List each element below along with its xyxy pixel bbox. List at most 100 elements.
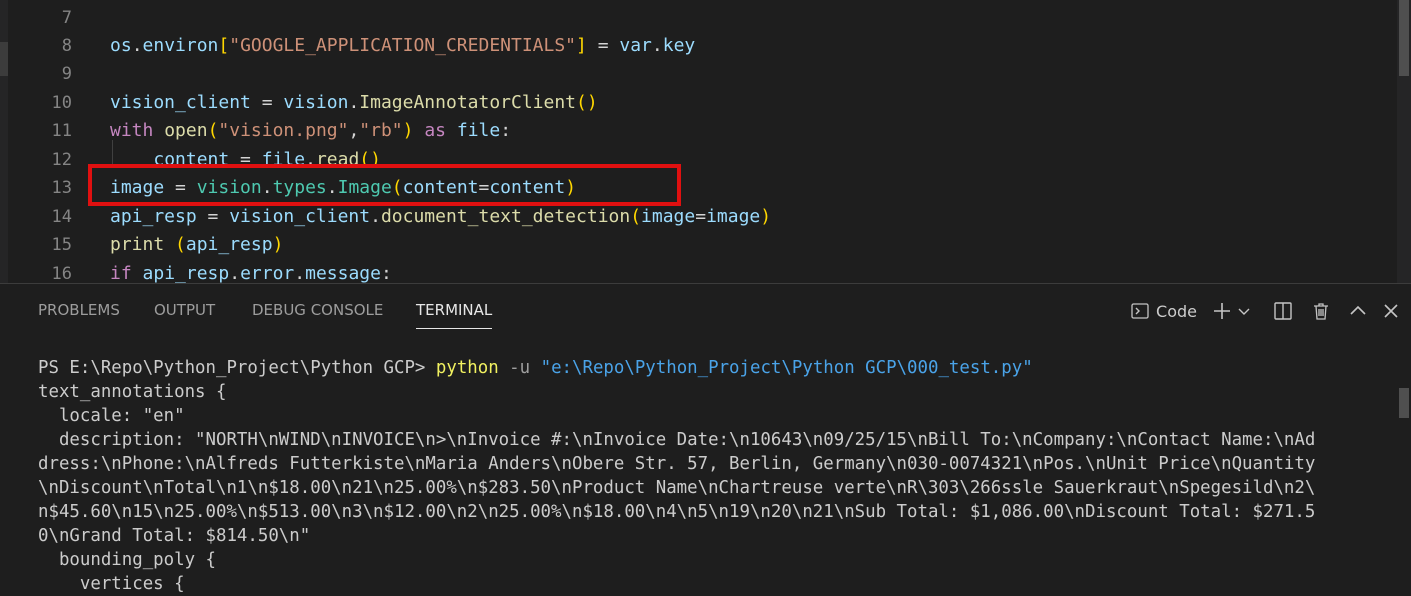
token: ( <box>207 120 219 141</box>
line-number: 11 <box>51 121 72 141</box>
token: api_resp <box>185 234 273 255</box>
token: . <box>294 263 306 283</box>
code-line-10[interactable]: vision_client = vision.ImageAnnotatorCli… <box>110 89 598 117</box>
terminal-command: python <box>435 358 499 378</box>
terminal-path: "e:\Repo\Python_Project\Python GCP\000_t… <box>540 358 1033 378</box>
code-line-8[interactable]: os.environ["GOOGLE_APPLICATION_CREDENTIA… <box>110 32 695 60</box>
token: vision_client <box>229 206 371 227</box>
token: if <box>110 263 132 283</box>
token: . <box>348 92 360 113</box>
code-line-14[interactable]: api_resp = vision_client.document_text_d… <box>110 203 771 231</box>
terminal-line: description: "NORTH\nWIND\nINVOICE\n>\nI… <box>38 430 1316 450</box>
token: error <box>240 263 295 283</box>
new-terminal-button[interactable] <box>1211 296 1251 326</box>
tab-output[interactable]: OUTPUT <box>154 301 215 319</box>
line-number: 16 <box>51 264 72 283</box>
token: = <box>586 35 620 56</box>
terminal-line: dress:\nPhone:\nAlfreds Futterkiste\nMar… <box>38 454 1316 474</box>
token: vision <box>283 92 349 113</box>
token: var <box>619 35 652 56</box>
token: . <box>131 35 143 56</box>
maximize-panel-button[interactable] <box>1349 296 1367 326</box>
token: "vision.png" <box>218 120 349 141</box>
token: image <box>641 206 696 227</box>
token: file <box>456 120 501 141</box>
terminal-icon <box>1130 301 1150 321</box>
token: () <box>576 92 598 113</box>
kill-terminal-button[interactable] <box>1311 296 1331 326</box>
token: environ <box>142 35 219 56</box>
line-number: 9 <box>61 64 72 84</box>
chevron-down-icon[interactable] <box>1237 304 1251 318</box>
line-number: 13 <box>51 178 72 198</box>
token: "GOOGLE_APPLICATION_CREDENTIALS" <box>229 35 577 56</box>
token: message <box>305 263 381 283</box>
scrollbar-thumb[interactable] <box>1399 0 1409 76</box>
editor-vertical-scrollbar[interactable] <box>1397 0 1411 283</box>
split-icon <box>1273 301 1293 321</box>
line-number: 12 <box>51 150 72 170</box>
highlight-annotation-box <box>88 164 681 206</box>
token: = <box>695 206 707 227</box>
token: document_text_detection <box>380 206 631 227</box>
terminal-line: bounding_poly { <box>38 550 216 570</box>
line-number: 10 <box>51 93 72 113</box>
terminal-command-line: PS E:\Repo\Python_Project\Python GCP> py… <box>38 356 1033 380</box>
token: ( <box>175 234 186 255</box>
plus-icon <box>1211 300 1233 322</box>
code-line-16[interactable]: if api_resp.error.message: <box>110 260 392 283</box>
terminal-line: n$45.60\n15\n25.00%\n$513.00\n3\n$12.00\… <box>38 502 1316 522</box>
chevron-up-icon <box>1349 302 1367 320</box>
tab-problems[interactable]: PROBLEMS <box>38 301 120 319</box>
terminal-line: \nDiscount\nTotal\n1\n$18.00\n21\n25.00%… <box>38 478 1316 498</box>
token: api_resp <box>110 206 197 227</box>
line-number: 15 <box>51 235 72 255</box>
terminal-vertical-scrollbar[interactable] <box>1397 336 1411 588</box>
trash-icon <box>1311 301 1331 321</box>
tab-debug-console[interactable]: DEBUG CONSOLE <box>252 301 383 319</box>
token: ] <box>576 35 587 56</box>
token: , <box>348 120 360 141</box>
code-line-15[interactable]: print (api_resp) <box>110 231 283 259</box>
token: vision_client <box>110 92 251 113</box>
token: ) <box>402 120 414 141</box>
panel-tabs: PROBLEMS OUTPUT DEBUG CONSOLE TERMINAL C… <box>0 284 1411 336</box>
token: : <box>380 263 392 283</box>
token: : <box>500 120 512 141</box>
token: with <box>110 120 154 141</box>
token: as <box>424 120 447 141</box>
token: print <box>110 234 165 255</box>
token: = <box>250 92 284 113</box>
token: . <box>651 35 663 56</box>
token: open <box>164 120 208 141</box>
token: = <box>196 206 230 227</box>
split-terminal-button[interactable] <box>1273 296 1293 326</box>
token: . <box>229 263 241 283</box>
close-icon <box>1383 303 1399 319</box>
terminal-line: 0\nGrand Total: $814.50\n" <box>38 526 311 546</box>
terminal-prompt: PS E:\Repo\Python_Project\Python GCP> <box>38 358 436 378</box>
code-editor[interactable]: 7 8 9 10 11 12 13 14 15 16 os.environ["G… <box>0 0 1411 283</box>
code-line-11[interactable]: with open("vision.png","rb") as file: <box>110 117 511 145</box>
line-number: 14 <box>51 207 72 227</box>
token: ( <box>630 206 642 227</box>
close-panel-button[interactable] <box>1383 296 1399 326</box>
bottom-panel: PROBLEMS OUTPUT DEBUG CONSOLE TERMINAL C… <box>0 283 1411 594</box>
token: [ <box>218 35 230 56</box>
line-number: 8 <box>61 36 72 56</box>
token: ImageAnnotatorClient <box>359 92 577 113</box>
margin-marker <box>0 42 8 76</box>
panel-actions: Code <box>1122 296 1399 326</box>
terminal-name: Code <box>1156 301 1197 321</box>
scrollbar-thumb[interactable] <box>1399 388 1409 418</box>
token: ) <box>272 234 284 255</box>
terminal-line: vertices { <box>38 574 185 594</box>
terminal-selector[interactable]: Code <box>1130 296 1197 326</box>
token: "rb" <box>359 120 403 141</box>
token: os <box>110 35 132 56</box>
tab-terminal[interactable]: TERMINAL <box>416 301 493 329</box>
terminal-line: text_annotations { <box>38 382 227 402</box>
